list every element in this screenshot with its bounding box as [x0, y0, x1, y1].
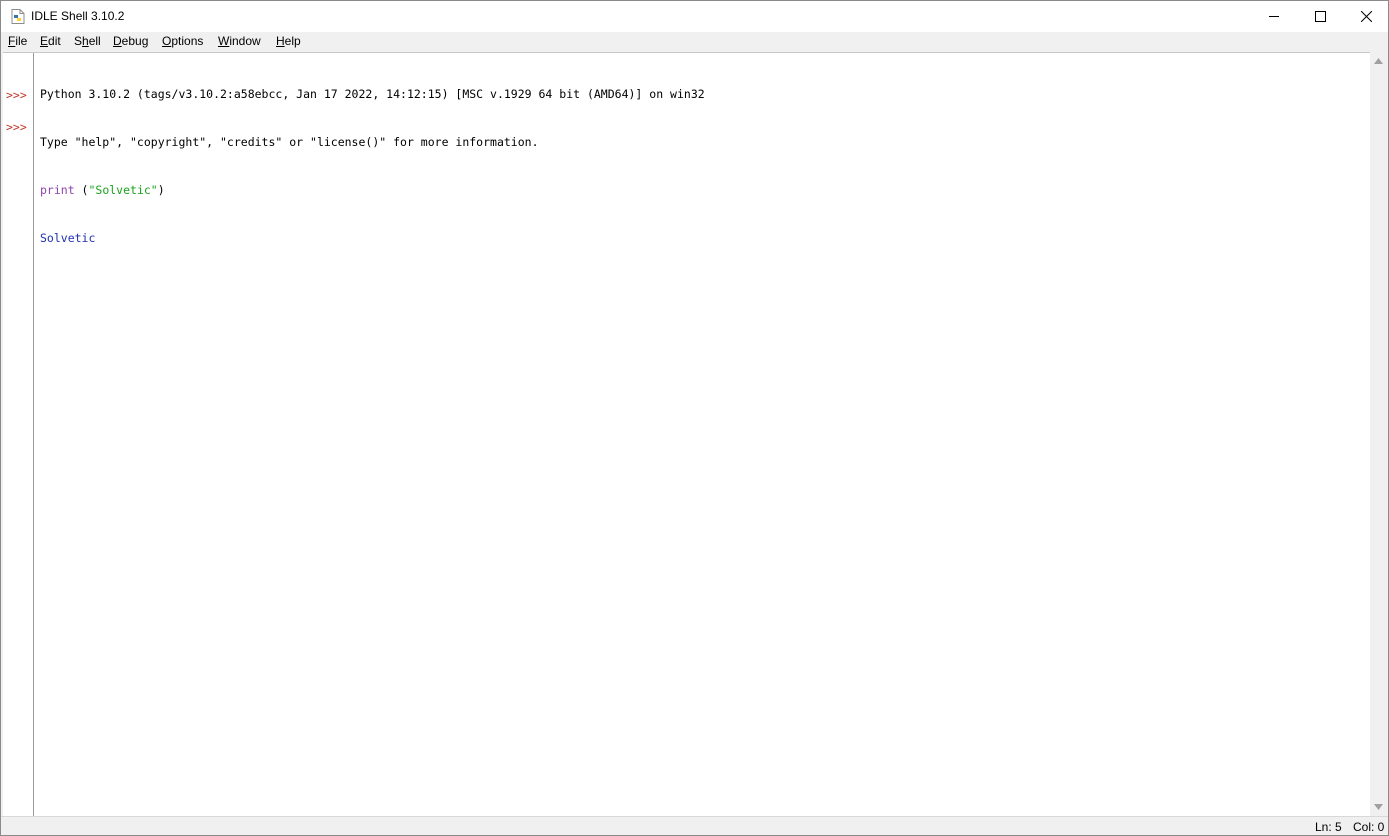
- idle-shell-window: IDLE Shell 3.10.2 File Edit Shell Debug …: [0, 0, 1389, 836]
- prompt-marker: >>>: [6, 120, 27, 134]
- scroll-down-arrow-icon[interactable]: [1374, 804, 1383, 810]
- shell-text[interactable]: Python 3.10.2 (tags/v3.10.2:a58ebcc, Jan…: [40, 54, 1370, 817]
- maximize-button[interactable]: [1297, 1, 1343, 32]
- menu-options[interactable]: Options: [162, 34, 203, 48]
- minimize-button[interactable]: [1251, 1, 1297, 32]
- code-punct: (: [74, 183, 89, 197]
- code-keyword: print: [40, 183, 75, 197]
- menu-window[interactable]: Window: [218, 34, 261, 48]
- close-icon: [1360, 11, 1372, 22]
- banner-line: Type "help", "copyright", "credits" or "…: [40, 135, 539, 149]
- status-line: Ln: 5: [1315, 820, 1342, 834]
- python-file-icon: [11, 9, 25, 24]
- menu-edit[interactable]: Edit: [40, 34, 61, 48]
- prompt-marker: >>>: [6, 88, 27, 102]
- code-punct: ): [157, 183, 165, 197]
- menu-bar: File Edit Shell Debug Options Window Hel…: [1, 32, 1388, 52]
- banner-line: Python 3.10.2 (tags/v3.10.2:a58ebcc, Jan…: [40, 87, 705, 101]
- minimize-icon: [1268, 16, 1279, 17]
- scroll-up-arrow-icon[interactable]: [1374, 58, 1383, 64]
- status-bar: Ln: 5 Col: 0: [1, 816, 1388, 835]
- code-string: "Solvetic": [88, 183, 158, 197]
- menu-shell[interactable]: Shell: [74, 34, 101, 48]
- menu-help[interactable]: Help: [276, 34, 301, 48]
- menu-file[interactable]: File: [8, 34, 27, 48]
- current-input-line[interactable]: [40, 278, 1370, 294]
- maximize-icon: [1314, 11, 1326, 22]
- input-line: print ("Solvetic"): [40, 182, 1370, 198]
- output-line: Solvetic: [40, 231, 96, 245]
- menu-debug[interactable]: Debug: [113, 34, 148, 48]
- shell-editor[interactable]: >>> >>> Python 3.10.2 (tags/v3.10.2:a58e…: [3, 52, 1370, 817]
- prompt-gutter: >>> >>>: [3, 53, 34, 817]
- window-title: IDLE Shell 3.10.2: [31, 9, 125, 23]
- close-button[interactable]: [1343, 1, 1388, 32]
- title-bar[interactable]: IDLE Shell 3.10.2: [1, 1, 1388, 32]
- vertical-scrollbar[interactable]: [1370, 52, 1388, 816]
- status-column: Col: 0: [1353, 820, 1385, 834]
